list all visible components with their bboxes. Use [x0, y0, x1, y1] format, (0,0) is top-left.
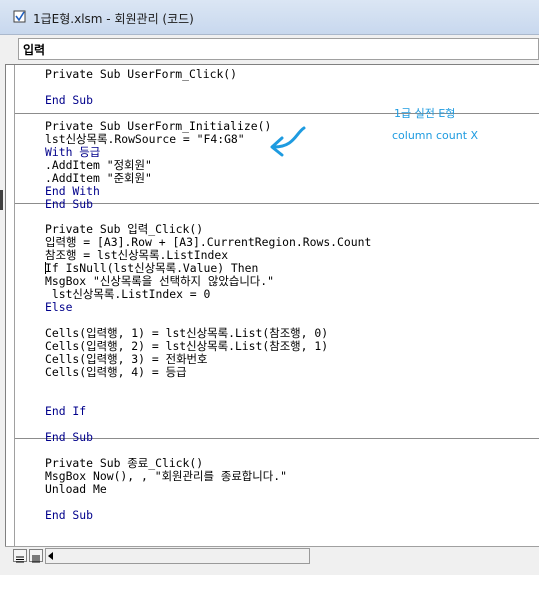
code-pane[interactable]: Private Sub UserForm_Click() End Sub Pri…: [5, 64, 539, 547]
annotation-title: 1급 실전 E형: [394, 107, 456, 120]
code-line[interactable]: End Sub: [45, 94, 93, 107]
object-combo-value: 입력: [23, 43, 46, 57]
code-line[interactable]: End If: [45, 405, 86, 418]
horizontal-scrollbar[interactable]: [45, 548, 310, 564]
code-line[interactable]: Private Sub UserForm_Click(): [45, 68, 237, 81]
full-module-view-button[interactable]: [29, 549, 43, 563]
scroll-left-arrow-icon[interactable]: [48, 552, 53, 560]
code-line[interactable]: End Sub: [45, 431, 93, 444]
vba-module-icon: [13, 10, 26, 23]
annotation-arrow: [270, 126, 306, 157]
margin-indicator-bar[interactable]: [6, 65, 15, 547]
procedure-view-button[interactable]: [13, 549, 27, 563]
title-bar[interactable]: 1급E형.xlsm - 회원관리 (코드): [0, 0, 539, 35]
full-module-view-icon: [32, 555, 40, 563]
splitter-mark: [0, 190, 3, 210]
annotation-note: column count X: [392, 129, 479, 142]
vba-code-window: 1급E형.xlsm - 회원관리 (코드) 입력 Private Sub Use…: [0, 0, 539, 575]
procedure-separator: [15, 438, 539, 439]
code-line[interactable]: End Sub: [45, 509, 93, 522]
code-line[interactable]: Unload Me: [45, 483, 107, 496]
code-window-bottom-bar: [5, 546, 539, 565]
procedure-view-icon: [16, 556, 24, 563]
code-line[interactable]: Cells(입력행, 4) = 등급: [45, 366, 187, 379]
window-title: 1급E형.xlsm - 회원관리 (코드): [33, 12, 194, 26]
object-combo[interactable]: 입력: [18, 38, 539, 60]
code-line[interactable]: End Sub: [45, 198, 93, 211]
code-line[interactable]: Else: [45, 301, 72, 314]
procedure-separator: [15, 113, 539, 114]
text-cursor: [45, 262, 46, 274]
procedure-separator: [15, 203, 539, 204]
